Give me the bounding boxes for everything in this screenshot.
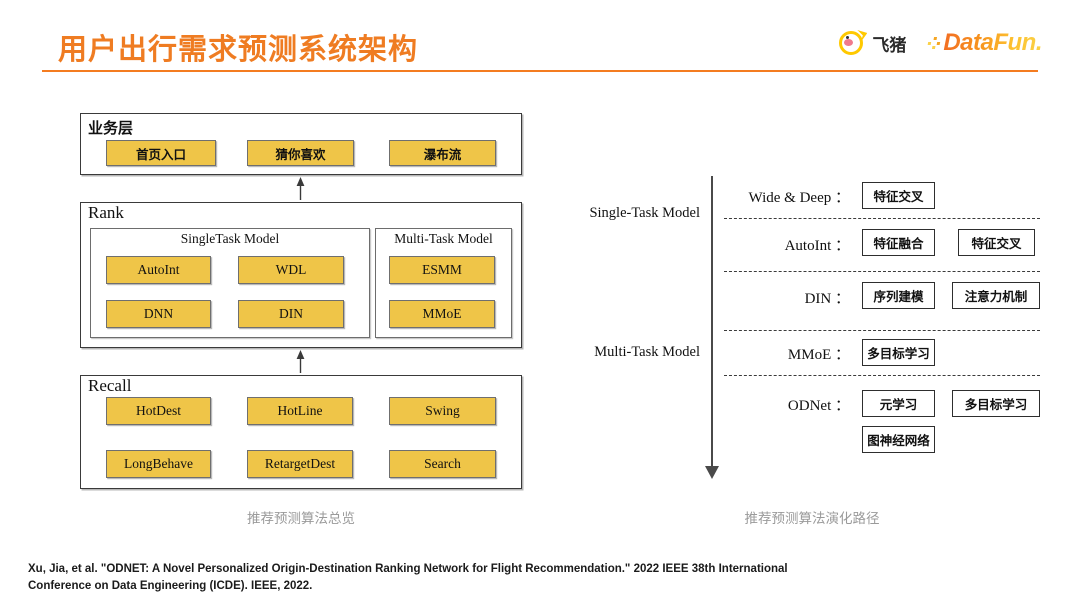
row-label-odnet: ODNet ： (787, 398, 850, 414)
tag-autoint-feature-fusion[interactable]: 特征融合 (862, 229, 935, 256)
business-item-homepage[interactable]: 首页入口 (106, 140, 216, 166)
rank-model-esmm[interactable]: ESMM (389, 256, 495, 284)
rank-model-wdl[interactable]: WDL (238, 256, 344, 284)
row-label-wide-and-deep: Wide & Deep ： (748, 190, 850, 206)
fliggy-wordmark: 飞猪 (872, 35, 907, 55)
recall-item-hotdest[interactable]: HotDest (106, 397, 211, 425)
datafun-wordmark: DataFun. (943, 29, 1042, 56)
rank-layer-label: Rank (88, 203, 124, 222)
recall-item-swing[interactable]: Swing (389, 397, 496, 425)
recall-layer-label: Recall (88, 376, 132, 395)
rank-model-dnn[interactable]: DNN (106, 300, 211, 328)
recall-item-longbehave[interactable]: LongBehave (106, 450, 211, 478)
tag-odnet-meta-learning[interactable]: 元学习 (862, 390, 935, 417)
single-task-model-title: SingleTask Model (180, 231, 280, 246)
datafun-logo: DataFun. (928, 29, 1042, 57)
separator-4 (724, 375, 1040, 376)
tag-din-sequence-modeling[interactable]: 序列建模 (862, 282, 935, 309)
tag-mmoe-multi-objective-learning[interactable]: 多目标学习 (862, 339, 935, 366)
tag-autoint-feature-cross[interactable]: 特征交叉 (958, 229, 1035, 256)
arrow-recall-to-rank (296, 350, 305, 373)
multi-task-model-title: Multi-Task Model (394, 231, 493, 246)
title-underline-rule (42, 70, 1038, 72)
recall-item-search[interactable]: Search (389, 450, 496, 478)
rank-model-mmoe[interactable]: MMoE (389, 300, 495, 328)
logo-bar: 飞猪 DataFun. (839, 26, 1042, 60)
rank-model-autoint[interactable]: AutoInt (106, 256, 211, 284)
timeline-arrowhead-icon (705, 466, 719, 479)
arrow-rank-to-business (296, 177, 305, 200)
axis-group-multi-task: Multi-Task Model (594, 344, 700, 360)
tag-odnet-multi-objective-learning[interactable]: 多目标学习 (952, 390, 1040, 417)
citation-text: Xu, Jia, et al. "ODNET: A Novel Personal… (28, 563, 788, 592)
business-item-waterfall[interactable]: 瀑布流 (389, 140, 496, 166)
recall-item-retargetdest[interactable]: RetargetDest (247, 450, 353, 478)
timeline-axis (711, 176, 713, 470)
separator-2 (724, 271, 1040, 272)
row-label-din: DIN ： (804, 291, 850, 307)
tag-odnet-graph-neural-network[interactable]: 图神经网络 (862, 426, 935, 453)
row-label-mmoe: MMoE ： (787, 347, 850, 363)
tag-wide-and-deep-feature-cross[interactable]: 特征交叉 (862, 182, 935, 209)
business-item-guess-you-like[interactable]: 猜你喜欢 (247, 140, 354, 166)
separator-3 (724, 330, 1040, 331)
separator-1 (724, 218, 1040, 219)
dot-grid-icon (927, 37, 941, 49)
tag-din-attention-mechanism[interactable]: 注意力机制 (952, 282, 1040, 309)
business-layer-label: 业务层 (88, 120, 134, 137)
right-diagram-caption: 推荐预测算法演化路径 (744, 511, 880, 526)
page-title: 用户出行需求预测系统架构 (58, 34, 419, 66)
left-diagram-caption: 推荐预测算法总览 (247, 511, 355, 526)
fliggy-logo: 飞猪 (839, 29, 906, 57)
rank-model-din[interactable]: DIN (238, 300, 344, 328)
row-label-autoint: AutoInt ： (784, 238, 850, 254)
axis-group-single-task: Single-Task Model (589, 205, 700, 221)
recall-item-hotline[interactable]: HotLine (247, 397, 353, 425)
pig-icon (839, 29, 868, 57)
